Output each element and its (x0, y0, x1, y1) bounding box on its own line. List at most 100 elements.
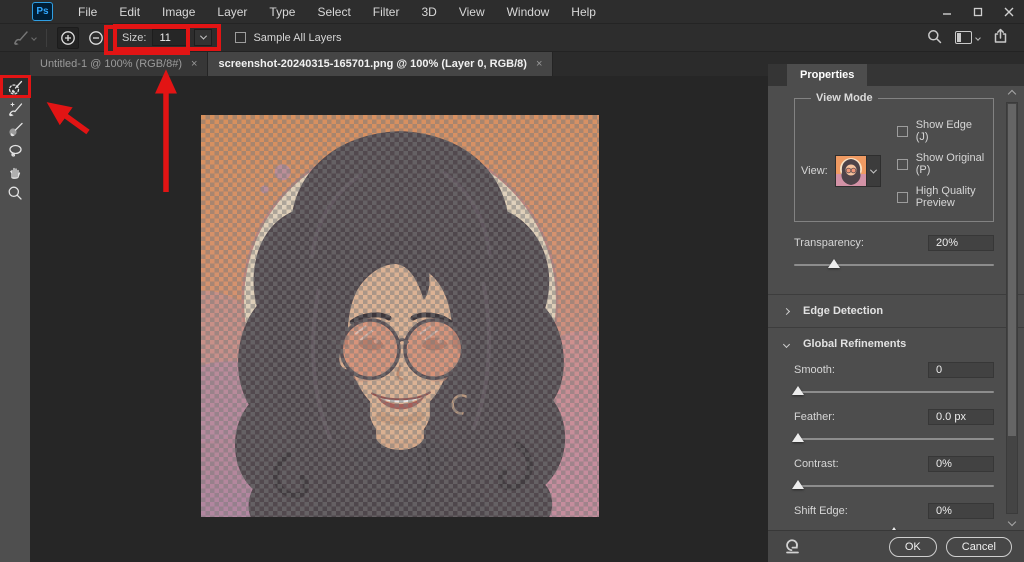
refine-edge-brush-tool[interactable] (1, 98, 29, 119)
slider-thumb[interactable] (888, 527, 900, 530)
tab-title: screenshot-20240315-165701.png @ 100% (L… (218, 58, 527, 70)
slider-track[interactable] (794, 438, 994, 440)
feather-slider[interactable] (792, 433, 994, 444)
contrast-label: Contrast: (794, 458, 839, 470)
separator (46, 28, 47, 47)
menu-type[interactable]: Type (258, 0, 306, 24)
tab-properties[interactable]: Properties (787, 64, 868, 86)
slider-thumb[interactable] (792, 480, 804, 489)
scroll-up-icon[interactable] (1007, 89, 1017, 99)
global-refinements-section[interactable]: Global Refinements (768, 328, 1024, 360)
workspace-icon (955, 31, 972, 44)
document-image[interactable] (201, 115, 599, 517)
menu-edit[interactable]: Edit (108, 0, 151, 24)
search-icon[interactable] (927, 29, 942, 47)
tab-untitled-1[interactable]: Untitled-1 @ 100% (RGB/8#) × (30, 52, 209, 76)
contrast-slider[interactable] (792, 480, 994, 491)
view-thumbnail (834, 155, 867, 187)
show-original-label: Show Original (P) (915, 152, 985, 176)
document-tab-bar: Untitled-1 @ 100% (RGB/8#) × screenshot-… (0, 52, 768, 76)
close-icon[interactable] (993, 0, 1024, 23)
sample-all-layers-checkbox[interactable] (235, 32, 247, 43)
maximize-icon[interactable] (962, 0, 993, 23)
canvas-area[interactable] (30, 76, 768, 562)
slider-track[interactable] (794, 391, 994, 393)
tab-close-icon[interactable]: × (191, 58, 197, 70)
menu-image[interactable]: Image (151, 0, 206, 24)
shift-edge-value[interactable]: 0% (928, 503, 994, 519)
sample-all-layers-control: Sample All Layers (235, 31, 342, 44)
smooth-slider[interactable] (792, 386, 994, 397)
ok-button[interactable]: OK (888, 536, 937, 557)
zoom-tool[interactable] (1, 182, 29, 203)
smooth-label: Smooth: (794, 364, 835, 376)
photoshop-logo: Ps (32, 2, 53, 21)
show-edge-checkbox[interactable] (896, 125, 908, 137)
panel-footer: OK Cancel (768, 530, 1024, 562)
slider-track[interactable] (794, 485, 994, 487)
tab-title: Untitled-1 @ 100% (RGB/8#) (40, 58, 183, 70)
shift-edge-slider[interactable] (794, 527, 994, 530)
feather-value[interactable]: 0.0 px (928, 409, 994, 425)
sample-all-layers-label: Sample All Layers (253, 31, 342, 44)
view-thumbnail-dropdown[interactable] (834, 155, 881, 187)
feather-control: Feather: 0.0 px (768, 409, 1024, 444)
menu-filter[interactable]: Filter (362, 0, 411, 24)
shift-edge-control: Shift Edge: 0% (768, 503, 1024, 530)
menu-file[interactable]: File (67, 0, 108, 24)
menu-layer[interactable]: Layer (206, 0, 258, 24)
high-quality-preview-checkbox[interactable] (896, 191, 908, 203)
view-mode-title: View Mode (811, 92, 878, 104)
show-edge-option: Show Edge (J) (896, 119, 987, 143)
brush-tool[interactable] (1, 119, 29, 140)
slider-thumb[interactable] (792, 386, 804, 395)
menu-help[interactable]: Help (560, 0, 607, 24)
panel-top-strip (768, 52, 1024, 64)
reset-icon[interactable] (784, 537, 801, 557)
tab-screenshot[interactable]: screenshot-20240315-165701.png @ 100% (L… (208, 52, 554, 76)
annotation-box-size-field (104, 25, 190, 55)
share-icon[interactable] (993, 28, 1008, 47)
transparency-label: Transparency: (794, 237, 864, 249)
onion-skin-tint (201, 115, 599, 517)
minimize-icon[interactable] (931, 0, 962, 23)
contrast-control: Contrast: 0% (768, 456, 1024, 491)
panel-tab-row: Properties (768, 64, 1024, 86)
high-quality-preview-option: High Quality Preview (896, 185, 987, 209)
smooth-value[interactable]: 0 (928, 362, 994, 378)
slider-track[interactable] (794, 264, 994, 266)
tab-close-icon[interactable]: × (536, 58, 542, 70)
menu-view[interactable]: View (448, 0, 496, 24)
chevron-right-icon (782, 307, 791, 315)
show-original-checkbox[interactable] (896, 158, 908, 170)
high-quality-preview-label: High Quality Preview (915, 185, 976, 209)
view-selector: View: (801, 133, 881, 209)
view-dropdown-button[interactable] (866, 155, 881, 187)
edge-detection-section[interactable]: Edge Detection (768, 295, 1024, 327)
menu-3d[interactable]: 3D (410, 0, 447, 24)
chevron-down-icon (199, 32, 208, 40)
photoshop-window: Ps File Edit Image Layer Type Select Fil… (0, 0, 1024, 562)
contrast-value[interactable]: 0% (928, 456, 994, 472)
workspace-switcher[interactable] (955, 31, 981, 44)
transparency-value[interactable]: 20% (928, 235, 994, 251)
menu-window[interactable]: Window (496, 0, 561, 24)
transparency-row: Transparency: 20% (794, 235, 994, 251)
increase-size-button[interactable] (57, 26, 79, 49)
cancel-button[interactable]: Cancel (945, 536, 1012, 557)
shift-edge-label: Shift Edge: (794, 505, 848, 517)
global-refinements-title: Global Refinements (803, 338, 907, 350)
scrollbar-thumb[interactable] (1008, 104, 1016, 437)
menu-bar: Ps File Edit Image Layer Type Select Fil… (0, 0, 1024, 24)
transparency-slider[interactable] (794, 259, 994, 270)
slider-thumb[interactable] (828, 259, 840, 268)
hand-tool[interactable] (1, 161, 29, 182)
slider-thumb[interactable] (792, 433, 804, 442)
menu-select[interactable]: Select (306, 0, 361, 24)
edge-detection-title: Edge Detection (803, 305, 884, 317)
panel-scrollbar[interactable] (1006, 102, 1018, 514)
lasso-tool[interactable] (1, 140, 29, 161)
brush-preset-icon[interactable] (12, 30, 37, 46)
size-dropdown[interactable] (194, 29, 213, 46)
view-mode-options: Show Edge (J) Show Original (P) High Qua… (896, 119, 987, 209)
